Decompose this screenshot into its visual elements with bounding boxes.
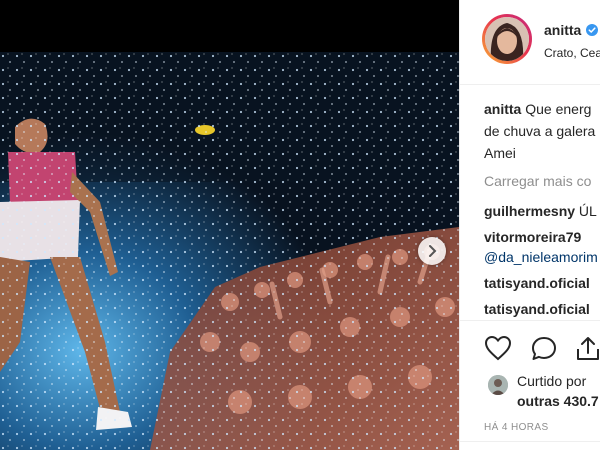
post-photo: [0, 52, 459, 450]
comments-section: anitta Que energ de chuva a galera Amei …: [460, 84, 600, 320]
likes-count[interactable]: outras 430.7: [517, 391, 599, 411]
username-text[interactable]: anitta: [544, 22, 581, 38]
comment-icon[interactable]: [530, 335, 558, 363]
caption-author[interactable]: anitta: [484, 101, 521, 117]
post-username[interactable]: anitta: [544, 22, 599, 38]
post-header: anitta Crato, Cea: [460, 0, 600, 85]
comment-author[interactable]: tatisyand.oficial: [484, 301, 590, 317]
comment-mention[interactable]: @da_nieleamorim: [484, 249, 598, 265]
likes-line-1: Curtido por: [517, 373, 587, 389]
liker-avatar[interactable]: [488, 375, 508, 395]
comment-item: tatisyand.oficial: [484, 298, 590, 320]
post-timestamp[interactable]: HÁ 4 HORAS: [484, 422, 549, 433]
divider: [460, 441, 600, 442]
story-ring[interactable]: [482, 14, 532, 64]
verified-badge-icon: [586, 24, 599, 36]
load-more-comments-button[interactable]: Carregar mais co: [484, 170, 591, 192]
caption-text-1: Que energ: [525, 101, 592, 117]
share-icon[interactable]: [574, 335, 600, 363]
caption-text-2: de chuva a galera: [484, 123, 596, 139]
post-side-panel: anitta Crato, Cea anitta Que energ de ch…: [459, 0, 600, 450]
chevron-right-icon: [429, 245, 437, 257]
comment-author[interactable]: guilhermesny: [484, 203, 575, 219]
post-media-pane: [0, 0, 459, 450]
caption-text-3: Amei: [484, 145, 516, 161]
comment-author[interactable]: tatisyand.oficial: [484, 275, 590, 291]
heart-icon[interactable]: [484, 335, 512, 361]
comment-item: guilhermesny ÚL: [484, 200, 597, 222]
caption-line-1: anitta Que energ: [484, 98, 600, 120]
avatar-image: [485, 17, 529, 61]
post-actions: Curtido por outras 430.7 HÁ 4 HORAS: [460, 320, 600, 450]
comment-item: tatisyand.oficial: [484, 272, 590, 294]
comment-item: @da_nieleamorim: [484, 246, 598, 268]
comment-author[interactable]: vitormoreira79: [484, 229, 581, 245]
likes-text: Curtido por outras 430.7: [517, 371, 599, 411]
next-photo-button[interactable]: [418, 237, 446, 265]
post-location[interactable]: Crato, Cea: [544, 46, 600, 60]
comment-text: ÚL: [578, 203, 597, 219]
post-caption: anitta Que energ de chuva a galera Amei: [484, 98, 600, 164]
comment-item: vitormoreira79: [484, 226, 581, 248]
avatar[interactable]: [485, 17, 529, 61]
